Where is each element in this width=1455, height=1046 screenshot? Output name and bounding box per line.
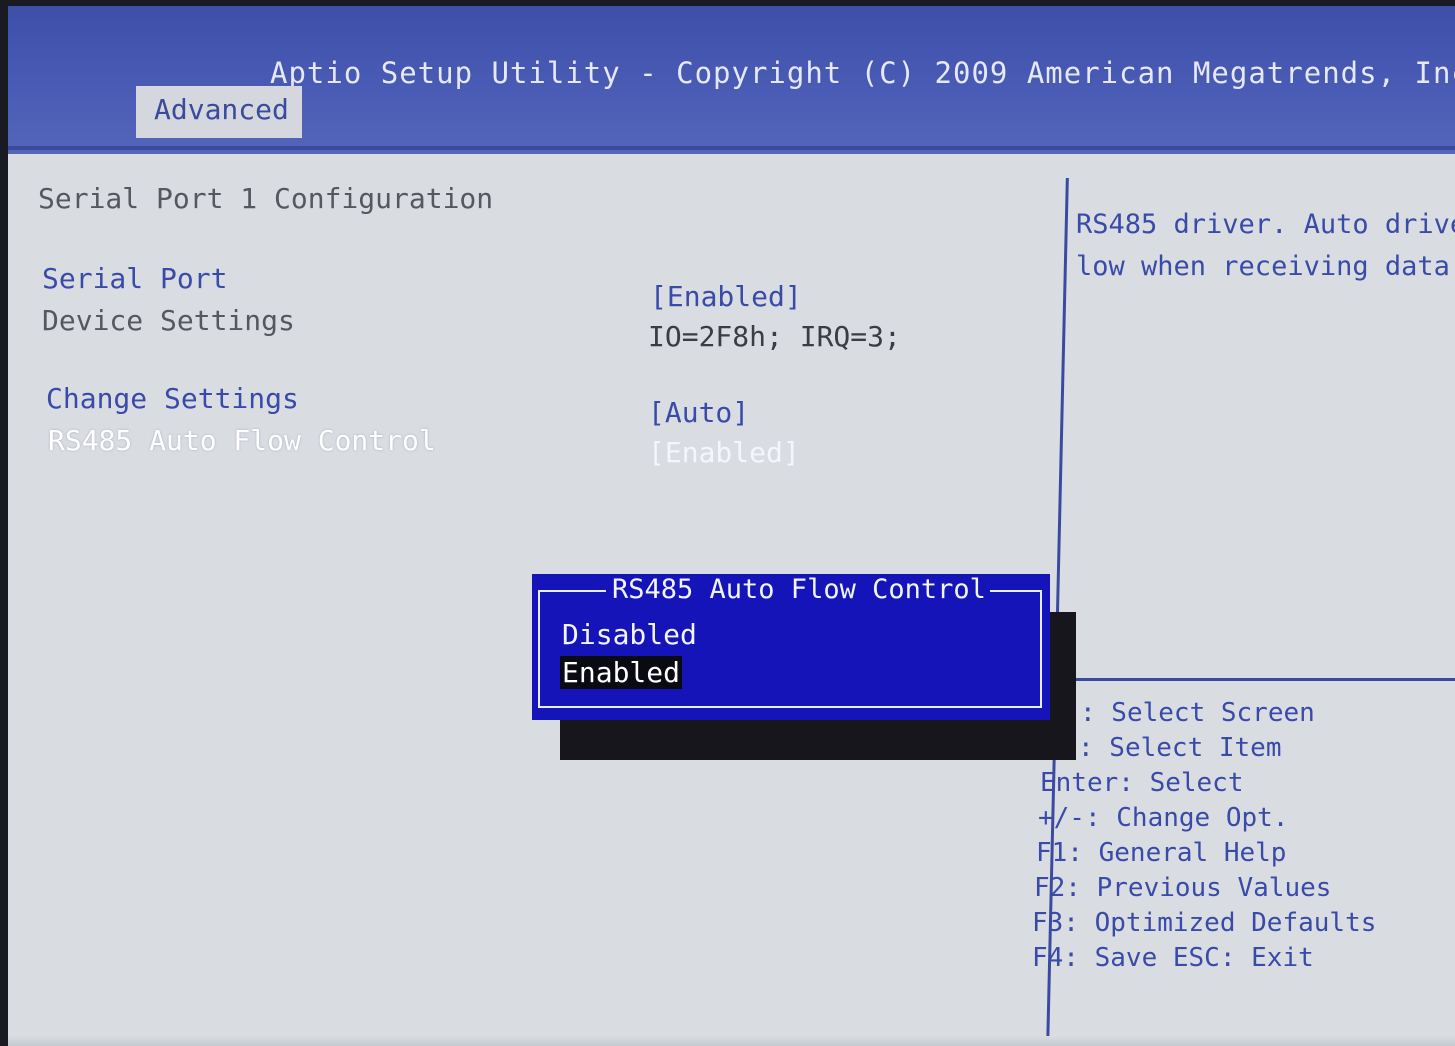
key-hint-f2: F2: Previous Values (1034, 873, 1332, 903)
key-hint-f1: F1: General Help (1036, 838, 1287, 868)
help-line: low when receiving data. (1076, 251, 1455, 282)
popup-option-disabled[interactable]: Disabled (560, 618, 699, 651)
setting-value-rs485-auto-flow-control[interactable]: [Enabled] (648, 436, 800, 469)
key-legend: : Select Screen : Select Item Enter: Sel… (1032, 696, 1376, 976)
setting-label-rs485-auto-flow-control[interactable]: RS485 Auto Flow Control (48, 424, 436, 457)
key-hint-enter: Enter: Select (1040, 768, 1244, 798)
setting-value-change-settings[interactable]: [Auto] (648, 396, 749, 429)
setting-label-device-settings: Device Settings (42, 304, 295, 337)
key-hint-change-opt: +/-: Change Opt. (1038, 803, 1289, 833)
help-line: RS485 driver. Auto drive (1076, 209, 1455, 240)
section-title: Serial Port 1 Configuration (38, 182, 494, 215)
key-hint-f4-esc: F4: Save ESC: Exit (1032, 943, 1314, 973)
header-bar: Aptio Setup Utility - Copyright (C) 2009… (8, 6, 1455, 154)
screen-bottom-edge (8, 1036, 1455, 1046)
bios-screen: Aptio Setup Utility - Copyright (C) 2009… (8, 6, 1455, 1046)
popup-frame-top-left (538, 590, 606, 592)
utility-title: Aptio Setup Utility - Copyright (C) 2009… (270, 56, 1455, 90)
key-hint-f3: F3: Optimized Defaults (1032, 908, 1377, 938)
help-panel: RS485 driver. Auto drive low when receiv… (1076, 204, 1455, 288)
key-hint-select-item: : Select Item (1078, 733, 1282, 763)
setting-label-serial-port[interactable]: Serial Port (42, 262, 227, 295)
setting-label-change-settings[interactable]: Change Settings (46, 382, 299, 415)
tab-advanced[interactable]: Advanced (136, 86, 302, 138)
help-divider (1074, 678, 1455, 681)
header-divider (8, 146, 1455, 150)
option-popup: RS485 Auto Flow Control Disabled Enabled (532, 574, 1050, 720)
setting-value-serial-port[interactable]: [Enabled] (650, 280, 802, 313)
popup-title: RS485 Auto Flow Control (608, 574, 990, 605)
setting-value-device-settings: IO=2F8h; IRQ=3; (648, 320, 901, 353)
popup-option-enabled[interactable]: Enabled (560, 656, 683, 689)
key-hint-select-screen: : Select Screen (1080, 698, 1315, 728)
